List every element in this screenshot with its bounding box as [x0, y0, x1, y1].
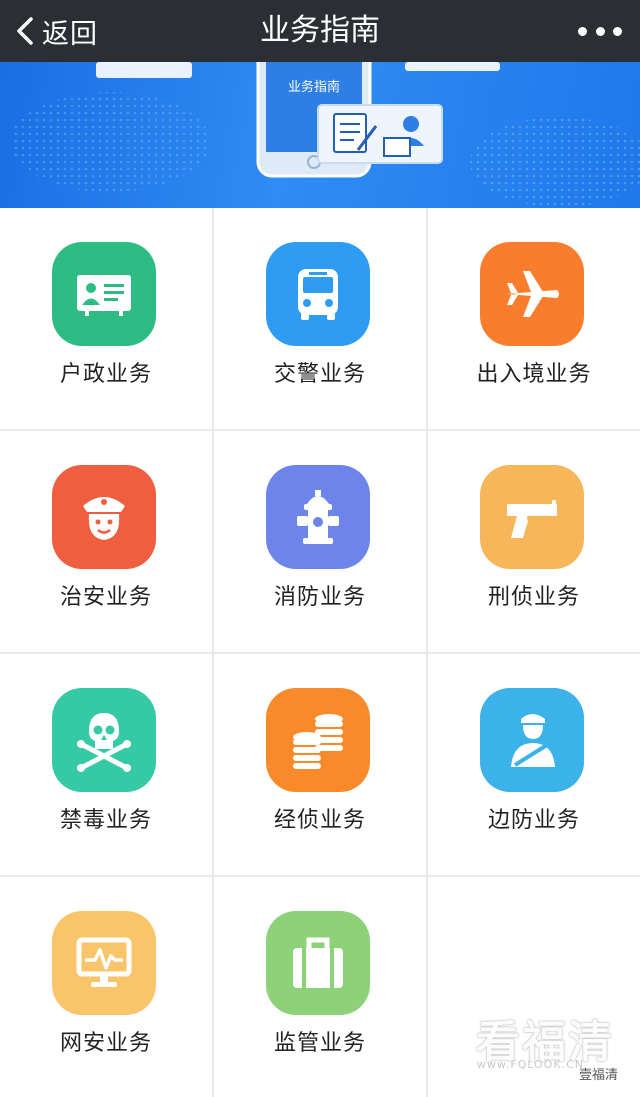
service-label: 消防业务 — [273, 585, 366, 610]
pistol-icon — [507, 500, 557, 538]
service-tile — [52, 911, 156, 1015]
navigation-bar: 返回 业务指南 — [0, 0, 640, 62]
more-dot-icon — [613, 26, 622, 36]
service-tile — [480, 242, 584, 346]
service-item-economic-investigation[interactable]: 经侦业务 — [214, 654, 426, 875]
service-tile — [266, 242, 370, 346]
service-label: 经侦业务 — [273, 808, 366, 833]
id-card-icon — [77, 275, 131, 316]
service-item-criminal-investigation[interactable]: 刑侦业务 — [428, 431, 640, 652]
service-tile — [52, 465, 156, 569]
back-button[interactable]: 返回 — [14, 0, 98, 62]
coins-icon — [293, 714, 343, 769]
empty-cell — [428, 877, 640, 1097]
service-item-public-security[interactable]: 治安业务 — [0, 431, 212, 652]
service-item-supervision[interactable]: 监管业务 — [214, 877, 426, 1097]
service-label: 刑侦业务 — [487, 585, 580, 610]
airplane-icon — [507, 271, 559, 317]
service-label: 交警业务 — [273, 362, 366, 387]
service-tile — [266, 465, 370, 569]
more-dot-icon — [578, 26, 587, 36]
service-label: 网安业务 — [59, 1031, 152, 1056]
bus-icon — [298, 269, 338, 320]
service-tile — [266, 911, 370, 1015]
service-item-traffic-police[interactable]: 交警业务 — [214, 208, 426, 429]
service-label: 治安业务 — [59, 585, 152, 610]
banner-phone-text: 业务指南 — [287, 80, 340, 95]
briefcase-icon — [293, 937, 343, 988]
service-tile — [52, 688, 156, 792]
service-grid: 户政业务 交警业务 出入境业务 治安业务 消防业务 刑侦业务 禁毒业务 经侦业务… — [0, 208, 640, 1097]
service-label: 监管业务 — [273, 1031, 366, 1056]
more-dot-icon — [595, 26, 605, 36]
banner-image: 业务指南 — [0, 62, 640, 208]
back-label: 返回 — [42, 18, 98, 50]
police-officer-icon — [83, 497, 125, 540]
service-label: 出入境业务 — [476, 362, 592, 387]
service-item-fire-control[interactable]: 消防业务 — [214, 431, 426, 652]
service-item-hukou[interactable]: 户政业务 — [0, 208, 212, 429]
more-options-button[interactable] — [578, 14, 622, 48]
fire-hydrant-icon — [297, 490, 339, 544]
skull-crossbones-icon — [77, 713, 131, 772]
service-item-border-defense[interactable]: 边防业务 — [428, 654, 640, 875]
chevron-left-icon — [17, 17, 33, 45]
border-guard-icon — [511, 714, 555, 767]
service-label: 户政业务 — [59, 362, 152, 387]
service-label: 禁毒业务 — [59, 808, 152, 833]
monitor-pulse-icon — [76, 937, 132, 987]
service-item-anti-drug[interactable]: 禁毒业务 — [0, 654, 212, 875]
service-tile — [480, 465, 584, 569]
service-item-cyber-security[interactable]: 网安业务 — [0, 877, 212, 1097]
service-tile — [52, 242, 156, 346]
service-tile — [480, 688, 584, 792]
service-tile — [266, 688, 370, 792]
service-item-exit-entry[interactable]: 出入境业务 — [428, 208, 640, 429]
service-label: 边防业务 — [487, 808, 580, 833]
